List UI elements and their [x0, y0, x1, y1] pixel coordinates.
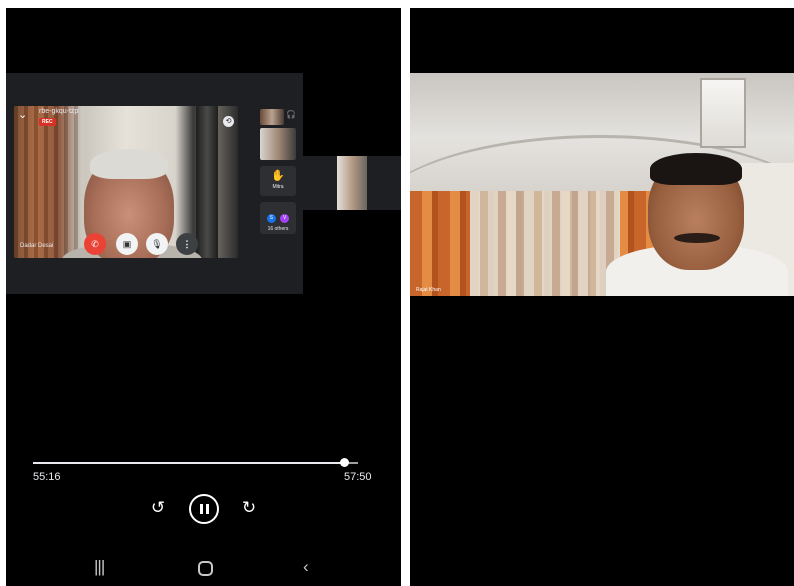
elapsed-time: 55:16 — [33, 471, 61, 483]
recording-badge: REC — [39, 118, 56, 126]
avatar-group: S V — [260, 206, 296, 224]
back-icon[interactable]: ‹ — [303, 557, 309, 577]
pause-button[interactable] — [189, 494, 219, 524]
curtain-panel — [470, 191, 620, 296]
total-duration: 57:50 — [344, 471, 372, 483]
meeting-code: rbe-gkqu-tzp — [39, 108, 79, 115]
self-view-thumbnail[interactable] — [260, 109, 284, 125]
others-count-label: 16 others — [267, 226, 289, 232]
forward-10-icon[interactable]: ↻ — [238, 498, 260, 518]
others-card[interactable]: S V 16 others — [260, 202, 296, 234]
collapse-chevron-icon[interactable]: ⌄ — [18, 108, 27, 121]
participant-name-tag: Dadar Desai — [20, 243, 54, 249]
headphones-icon: 🎧 — [286, 110, 296, 119]
avatar: S — [266, 214, 276, 223]
seek-bar-progress — [33, 462, 344, 464]
seek-bar[interactable] — [33, 458, 358, 467]
recent-apps-icon[interactable]: ||| — [94, 557, 105, 577]
more-options-button[interactable]: ⋮ — [176, 233, 198, 255]
call-controls: Dadar Desai ✆ ▣ 🎙 ⋮ — [14, 232, 238, 256]
participant-thumbnail[interactable] — [260, 128, 296, 160]
participant-hair — [90, 149, 168, 179]
participant-hair — [650, 153, 742, 185]
floating-preview[interactable] — [303, 156, 401, 210]
raised-hand-name: Mitra — [272, 184, 284, 190]
main-video-tile[interactable]: ⌄ rbe-gkqu-tzp REC ⟲ Dadar Desai ✆ ▣ 🎙 ⋮ — [14, 106, 238, 258]
participant-mustache — [674, 233, 720, 243]
end-call-button[interactable]: ✆ — [84, 233, 106, 255]
participant-name-tag: Rajat Khan — [416, 287, 441, 293]
mic-off-button[interactable]: 🎙 — [146, 233, 168, 255]
background-window — [700, 78, 746, 148]
switch-camera-icon[interactable]: ⟲ — [223, 116, 234, 127]
camera-off-button[interactable]: ▣ — [116, 233, 138, 255]
home-icon[interactable] — [198, 561, 213, 576]
participant-video[interactable]: Rajat Khan — [410, 73, 794, 296]
video-call-window: ⌄ rbe-gkqu-tzp REC ⟲ Dadar Desai ✆ ▣ 🎙 ⋮… — [6, 73, 303, 294]
avatar: V — [280, 214, 290, 223]
left-phone-screen: ⌄ rbe-gkqu-tzp REC ⟲ Dadar Desai ✆ ▣ 🎙 ⋮… — [6, 8, 401, 586]
rewind-10-icon[interactable]: ↺ — [147, 498, 169, 518]
raised-hand-card[interactable]: ✋ Mitra — [260, 166, 296, 196]
participants-strip: 🎧 ✋ Mitra S V 16 others — [260, 106, 296, 258]
floating-preview-video — [337, 156, 367, 210]
raise-hand-icon: ✋ — [271, 170, 285, 182]
seek-bar-handle[interactable] — [339, 458, 349, 467]
right-phone-screen: Rajat Khan — [410, 8, 794, 586]
